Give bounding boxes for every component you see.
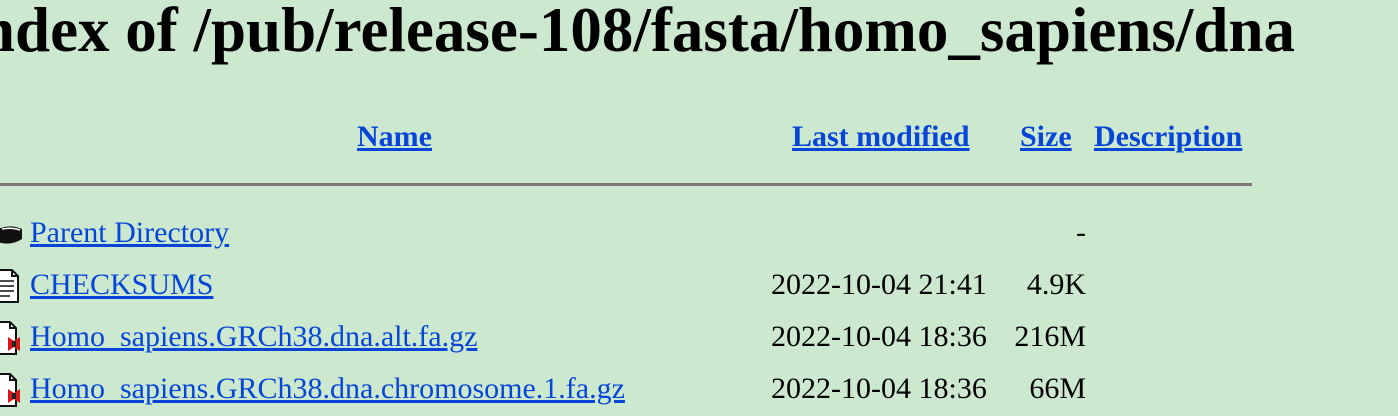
text-file-icon [0,269,24,303]
row-size: 66M [1029,372,1086,405]
table-row: Homo_sapiens.GRCh38.dna.alt.fa.gz 2022-1… [0,320,1300,372]
row-date: 2022-10-04 18:36 [771,372,987,405]
file-link[interactable]: Homo_sapiens.GRCh38.dna.alt.fa.gz [30,320,477,354]
header-divider [0,183,1252,186]
row-date: 2022-10-04 21:41 [771,268,987,301]
row-size: 216M [1014,320,1086,353]
table-row: Homo_sapiens.GRCh38.dna.chromosome.1.fa.… [0,372,1300,416]
file-link[interactable]: Homo_sapiens.GRCh38.dna.chromosome.1.fa.… [30,372,625,406]
file-link[interactable]: CHECKSUMS [30,268,213,302]
row-size: 4.9K [1026,268,1086,301]
column-header-description[interactable]: Description [1094,120,1242,154]
table-row: Parent Directory - [0,216,1300,268]
column-header-name[interactable]: Name [357,120,432,154]
table-row: CHECKSUMS 2022-10-04 21:41 4.9K [0,268,1300,320]
column-header-last-modified[interactable]: Last modified [792,120,970,154]
row-size: - [1076,216,1086,249]
back-icon [0,217,24,251]
row-date: 2022-10-04 18:36 [771,320,987,353]
page-title: ndex of /pub/release-108/fasta/homo_sapi… [0,0,1296,65]
parent-directory-link[interactable]: Parent Directory [30,216,229,250]
compressed-file-icon [0,373,24,407]
compressed-file-icon [0,321,24,355]
column-header-size[interactable]: Size [1020,120,1072,154]
